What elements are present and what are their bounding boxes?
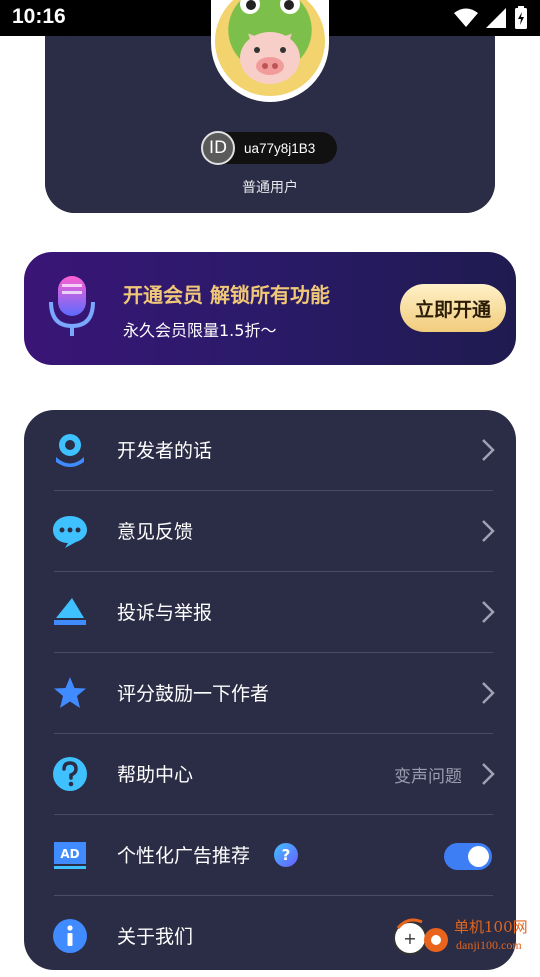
chevron-right-icon — [482, 520, 495, 542]
menu-item-developer-note[interactable]: 开发者的话 — [24, 410, 516, 491]
menu-item-personalized-ads: AD 个性化广告推荐 ? — [24, 815, 516, 896]
chevron-right-icon — [482, 601, 495, 623]
watermark-name: 单机100网 — [454, 918, 528, 936]
user-id-pill[interactable]: ID ua77y8j1B3 — [201, 131, 337, 165]
menu-label: 帮助中心 — [117, 764, 194, 786]
status-icons — [454, 6, 528, 30]
question-icon — [53, 757, 87, 791]
id-badge: ID — [201, 131, 235, 165]
vip-banner[interactable]: 开通会员 解锁所有功能 永久会员限量1.5折～ 立即开通 — [24, 252, 516, 365]
menu-label: 个性化广告推荐 — [117, 845, 251, 867]
star-icon — [54, 677, 86, 708]
info-icon — [53, 919, 87, 953]
menu-label: 关于我们 — [117, 926, 194, 948]
watermark-logo: + — [393, 918, 448, 955]
menu-item-feedback[interactable]: 意见反馈 — [24, 491, 516, 572]
settings-menu: 开发者的话 意见反馈 投诉与举报 评分鼓励一下作者 帮助中心 变声问题 AD 个… — [24, 410, 516, 970]
menu-label: 评分鼓励一下作者 — [117, 683, 270, 705]
menu-label: 意见反馈 — [117, 521, 194, 543]
user-type-label: 普通用户 — [242, 180, 298, 196]
help-topic-value: 变声问题 — [394, 767, 462, 787]
menu-label: 投诉与举报 — [117, 602, 213, 624]
svg-text:AD: AD — [60, 847, 79, 861]
toggle-knob — [468, 846, 489, 867]
flower-gear-icon — [56, 434, 84, 467]
menu-label: 开发者的话 — [117, 440, 213, 462]
ad-icon: AD — [54, 842, 86, 869]
wifi-icon — [454, 8, 478, 27]
battery-charging-icon — [515, 6, 527, 29]
personalized-ads-toggle[interactable] — [444, 843, 492, 870]
report-icon — [54, 598, 86, 625]
profile-card: ID ua77y8j1B3 普通用户 — [45, 0, 495, 213]
user-id: ua77y8j1B3 — [244, 140, 316, 156]
menu-item-report[interactable]: 投诉与举报 — [24, 572, 516, 653]
chevron-right-icon — [482, 763, 495, 785]
vip-title: 开通会员 解锁所有功能 — [123, 283, 330, 307]
chevron-right-icon — [482, 682, 495, 704]
watermark-url: danji100.com — [456, 938, 522, 952]
chevron-right-icon — [482, 439, 495, 461]
open-vip-button[interactable]: 立即开通 — [400, 284, 506, 332]
avatar[interactable] — [211, 0, 329, 102]
vip-subtitle: 永久会员限量1.5折～ — [123, 321, 277, 340]
chat-bubble-icon — [53, 516, 87, 548]
avatar-image — [215, 0, 325, 96]
svg-text:+: + — [403, 929, 416, 948]
status-time: 10:16 — [12, 5, 66, 28]
microphone-icon — [49, 276, 95, 336]
ads-info-icon[interactable]: ? — [274, 843, 298, 867]
signal-icon — [486, 8, 506, 28]
watermark: + 单机100网 danji100.com — [392, 914, 540, 960]
menu-item-rate-author[interactable]: 评分鼓励一下作者 — [24, 653, 516, 734]
menu-item-help-center[interactable]: 帮助中心 变声问题 — [24, 734, 516, 815]
